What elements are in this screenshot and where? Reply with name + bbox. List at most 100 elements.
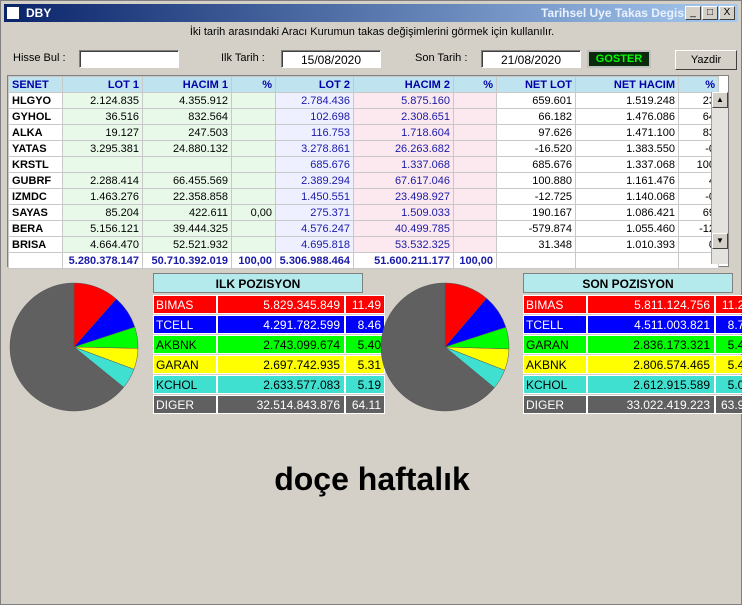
col-header[interactable]: HACIM 2 (353, 76, 454, 93)
table-cell: 422.611 (142, 204, 232, 221)
table-cell: SAYAS (8, 204, 63, 221)
col-header[interactable]: % (678, 76, 719, 93)
ilk-pozisyon-title: ILK POZISYON (153, 273, 363, 293)
table-row[interactable]: SAYAS 85.204 422.611 0,00 275.371 1.509.033 19… (8, 204, 719, 221)
yazdir-button[interactable]: Yazdir (675, 50, 737, 70)
table-cell: 39.444.325 (142, 220, 232, 237)
maximize-button[interactable]: □ (702, 6, 718, 20)
table-cell: ALKA (8, 124, 63, 141)
table-row[interactable]: IZMDC 1.463.276 22.358.858 1.450.551 23.498.… (8, 188, 719, 205)
table-cell: 1.161.476 (575, 172, 679, 189)
col-header[interactable]: % (453, 76, 497, 93)
table-row[interactable]: GUBRF 2.288.414 66.455.569 2.389.294 67.617.… (8, 172, 719, 189)
table-cell: 190.167 (496, 204, 576, 221)
table-header-row: SENET LOT 1 HACIM 1 % LOT 2 HACIM 2 % NE… (8, 76, 719, 93)
son-pozisyon-row: AKBNK2.806.574.4655.43 (523, 355, 742, 374)
table-cell: 247.503 (142, 124, 232, 141)
table-cell: 97.626 (496, 124, 576, 141)
table-row[interactable]: YATAS 3.295.381 24.880.132 3.278.861 26.263.… (8, 140, 719, 157)
total-cell: 100,00 (453, 252, 497, 269)
table-cell: 1.140.068 (575, 188, 679, 205)
stock-hacim: 5.811.124.756 (587, 295, 715, 314)
goster-button[interactable]: GOSTER (587, 50, 651, 68)
scroll-down-icon[interactable]: ▼ (712, 233, 728, 249)
table-cell: IZMDC (8, 188, 63, 205)
stock-name: KCHOL (523, 375, 587, 394)
table-cell: 40.499.785 (353, 220, 454, 237)
table-totals-row: 5.280.378.147 50.710.392.019 100,00 5.306.9… (8, 252, 719, 269)
col-header[interactable]: SENET (8, 76, 63, 93)
table-cell (453, 108, 497, 125)
total-cell (496, 252, 576, 269)
table-cell: 2.124.835 (62, 92, 143, 109)
table-cell (453, 220, 497, 237)
minimize-button[interactable]: _ (685, 6, 701, 20)
ilk-pozisyon-row: KCHOL 2.633.577.083 5.19 (153, 375, 385, 394)
stock-hacim: 32.514.843.876 (217, 395, 345, 414)
table-row[interactable]: GYHOL 36.516 832.564 102.698 2.308.651 66.182… (8, 108, 719, 125)
table-cell (62, 156, 143, 173)
table-cell: 685.676 (275, 156, 354, 173)
table-cell: KRSTL (8, 156, 63, 173)
table-cell: 1.509.033 (353, 204, 454, 221)
stock-pct: 63.99 (715, 395, 742, 414)
table-cell: GYHOL (8, 108, 63, 125)
col-header[interactable]: LOT 2 (275, 76, 354, 93)
takas-table: SENET LOT 1 HACIM 1 % LOT 2 HACIM 2 % NE… (8, 76, 719, 269)
table-cell: 100.880 (496, 172, 576, 189)
col-header[interactable]: NET HACIM (575, 76, 679, 93)
table-cell: 4.355.912 (142, 92, 232, 109)
table-cell: 22.358.858 (142, 188, 232, 205)
col-header[interactable]: LOT 1 (62, 76, 143, 93)
stock-name: GARAN (523, 335, 587, 354)
table-cell: 19.127 (62, 124, 143, 141)
table-cell (231, 236, 276, 253)
table-row[interactable]: BRISA 4.664.470 52.521.932 4.695.818 53.532.… (8, 236, 719, 253)
col-header[interactable]: HACIM 1 (142, 76, 232, 93)
table-row[interactable]: KRSTL 685.676 1.337.068 685.676 1.337.068 100 (8, 156, 719, 173)
son-pozisyon-row: GARAN2.836.173.3215.49 (523, 335, 742, 354)
son-pozisyon-row: TCELL4.511.003.8218.74 (523, 315, 742, 334)
table-row[interactable]: HLGYO 2.124.835 4.355.912 2.784.436 5.875.16… (8, 92, 719, 109)
table-cell (453, 204, 497, 221)
app-window: DBY Tarihsel Uye Takas Degisim _ □ X İki… (0, 0, 742, 605)
son-tarih-label: Son Tarih : (415, 52, 468, 64)
stock-name: AKBNK (153, 335, 217, 354)
table-cell: BRISA (8, 236, 63, 253)
table-cell: 275.371 (275, 204, 354, 221)
hisse-search-input[interactable] (79, 50, 179, 68)
table-cell: -16.520 (496, 140, 576, 157)
table-cell: 4.576.247 (275, 220, 354, 237)
table-cell: YATAS (8, 140, 63, 157)
ilk-tarih-input[interactable]: 15/08/2020 (281, 50, 381, 68)
table-cell (453, 124, 497, 141)
table-row[interactable]: ALKA 19.127 247.503 116.753 1.718.604 97.626 1… (8, 124, 719, 141)
scroll-up-icon[interactable]: ▲ (712, 92, 728, 108)
table-cell: 5.156.121 (62, 220, 143, 237)
table-cell (231, 172, 276, 189)
table-cell: 1.010.393 (575, 236, 679, 253)
caption-text: doçe haftalık (274, 461, 470, 497)
table-cell: 1.055.460 (575, 220, 679, 237)
hisse-label: Hisse Bul : (13, 52, 66, 64)
total-cell: 50.710.392.019 (142, 252, 232, 269)
son-pozisyon-row: DIGER33.022.419.22363.99 (523, 395, 742, 414)
table-cell: 85.204 (62, 204, 143, 221)
col-header[interactable]: NET LOT (496, 76, 576, 93)
table-cell: 1.086.421 (575, 204, 679, 221)
stock-hacim: 5.829.345.849 (217, 295, 345, 314)
table-cell: GUBRF (8, 172, 63, 189)
col-header[interactable]: % (231, 76, 276, 93)
table-cell (453, 188, 497, 205)
stock-hacim: 2.806.574.465 (587, 355, 715, 374)
son-pozisyon-title: SON POZISYON (523, 273, 733, 293)
table-cell: 36.516 (62, 108, 143, 125)
close-button[interactable]: X (719, 6, 735, 20)
table-cell (453, 236, 497, 253)
table-row[interactable]: BERA 5.156.121 39.444.325 4.576.247 40.499.7… (8, 220, 719, 237)
son-tarih-input[interactable]: 21/08/2020 (481, 50, 581, 68)
son-pozisyon-row: KCHOL2.612.915.5895.06 (523, 375, 742, 394)
vertical-scrollbar[interactable]: ▲ ▼ (711, 92, 728, 264)
stock-hacim: 2.697.742.935 (217, 355, 345, 374)
table-cell: 1.718.604 (353, 124, 454, 141)
